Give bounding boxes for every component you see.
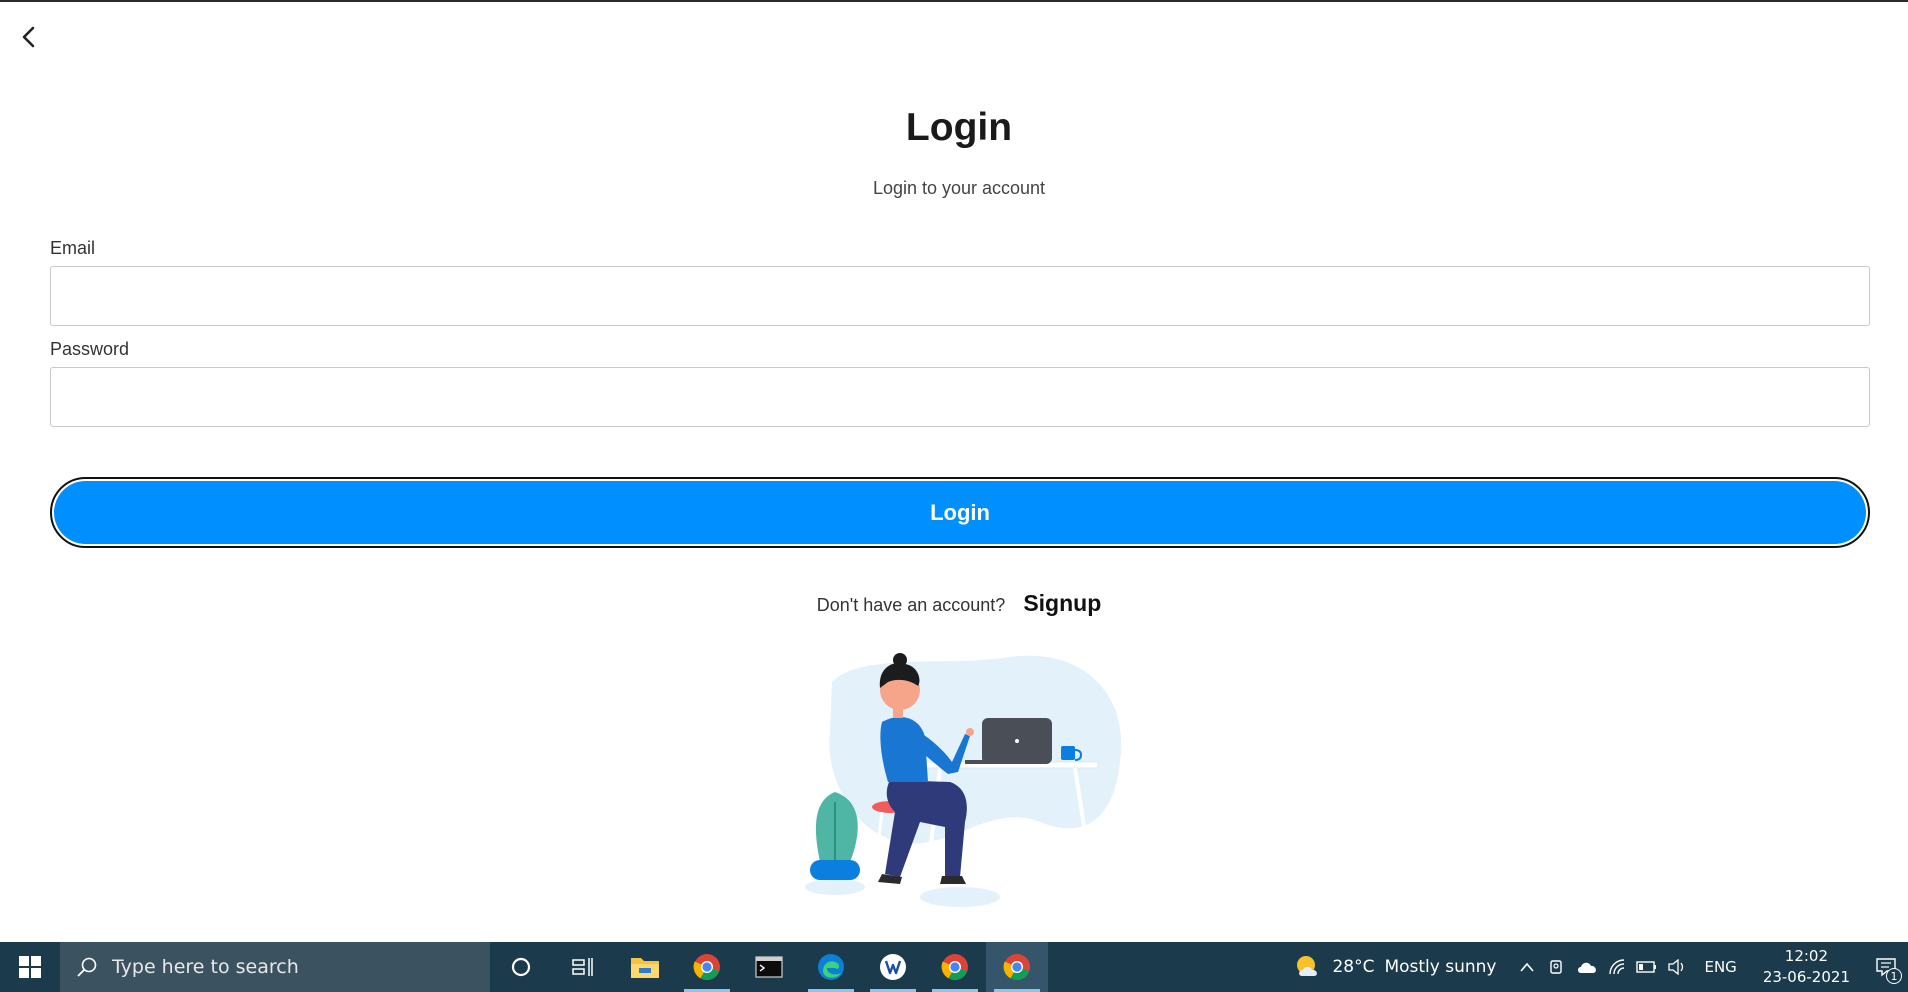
meet-now-button[interactable] xyxy=(1542,942,1572,992)
chrome-icon xyxy=(941,954,968,981)
edge-button[interactable] xyxy=(800,942,862,992)
input-language[interactable]: ENG xyxy=(1692,958,1748,976)
task-view-button[interactable] xyxy=(552,942,614,992)
login-button[interactable]: Login xyxy=(50,477,1870,548)
search-icon xyxy=(77,957,97,977)
chrome-icon xyxy=(693,954,720,981)
email-label: Email xyxy=(50,238,96,258)
chevron-left-icon xyxy=(22,26,35,48)
onedrive-button[interactable] xyxy=(1572,942,1602,992)
password-label: Password xyxy=(50,339,130,359)
taskbar-search-box[interactable]: Type here to search xyxy=(60,942,490,992)
cortana-icon xyxy=(511,957,531,977)
clock-date: 23-06-2021 xyxy=(1762,968,1850,986)
action-center-button[interactable]: 1 xyxy=(1864,942,1908,992)
sun-cloud-icon xyxy=(1297,956,1318,976)
window-top-border xyxy=(0,0,1908,2)
file-explorer-button[interactable] xyxy=(614,942,676,992)
task-view-icon xyxy=(572,958,593,976)
wifi-icon xyxy=(1609,959,1625,975)
notification-badge: 1 xyxy=(1886,968,1902,984)
edge-icon xyxy=(818,954,844,980)
chrome-button-3[interactable] xyxy=(986,942,1048,992)
terminal-icon xyxy=(755,956,783,978)
password-field[interactable] xyxy=(50,367,1870,427)
terminal-button[interactable] xyxy=(738,942,800,992)
chrome-button-2[interactable] xyxy=(924,942,986,992)
battery-button[interactable] xyxy=(1632,942,1662,992)
email-field[interactable] xyxy=(50,266,1870,326)
chrome-icon xyxy=(1003,954,1030,981)
cloud-icon xyxy=(1578,962,1597,973)
search-placeholder: Type here to search xyxy=(112,956,299,978)
weather-condition: Mostly sunny xyxy=(1384,957,1497,977)
signup-prompt: Don't have an account? xyxy=(816,595,1006,615)
meet-now-icon xyxy=(1550,960,1563,974)
chrome-button[interactable] xyxy=(676,942,738,992)
taskbar: Type here to search 28°C Mostly sunny EN… xyxy=(0,942,1908,992)
chevron-up-icon xyxy=(1520,962,1535,972)
volume-button[interactable] xyxy=(1662,942,1692,992)
cortana-button[interactable] xyxy=(490,942,552,992)
weather-temp: 28°C xyxy=(1332,957,1375,977)
wifi-button[interactable] xyxy=(1602,942,1632,992)
page-title: Login xyxy=(905,106,1013,149)
login-button-label: Login xyxy=(54,481,1866,544)
person-at-laptop-illustration xyxy=(790,652,1130,912)
app-button[interactable] xyxy=(862,942,924,992)
page-subtitle: Login to your account xyxy=(872,178,1046,198)
clock[interactable]: 12:02 23-06-2021 xyxy=(1749,946,1864,988)
app-icon xyxy=(880,954,906,980)
start-button[interactable] xyxy=(0,942,60,992)
windows-logo-icon xyxy=(19,956,41,978)
battery-icon xyxy=(1636,961,1657,973)
show-hidden-icons-button[interactable] xyxy=(1512,942,1542,992)
clock-time: 12:02 xyxy=(1784,947,1829,965)
weather-widget[interactable]: 28°C Mostly sunny xyxy=(1278,954,1512,980)
file-explorer-icon xyxy=(631,958,659,978)
system-tray: 28°C Mostly sunny ENG 12:02 23-06-2021 1 xyxy=(1278,942,1908,992)
signup-link[interactable]: Signup xyxy=(1023,590,1101,617)
signup-row: Don't have an account? Signup xyxy=(0,590,1908,617)
back-button[interactable] xyxy=(16,24,42,50)
speaker-icon xyxy=(1668,959,1684,975)
